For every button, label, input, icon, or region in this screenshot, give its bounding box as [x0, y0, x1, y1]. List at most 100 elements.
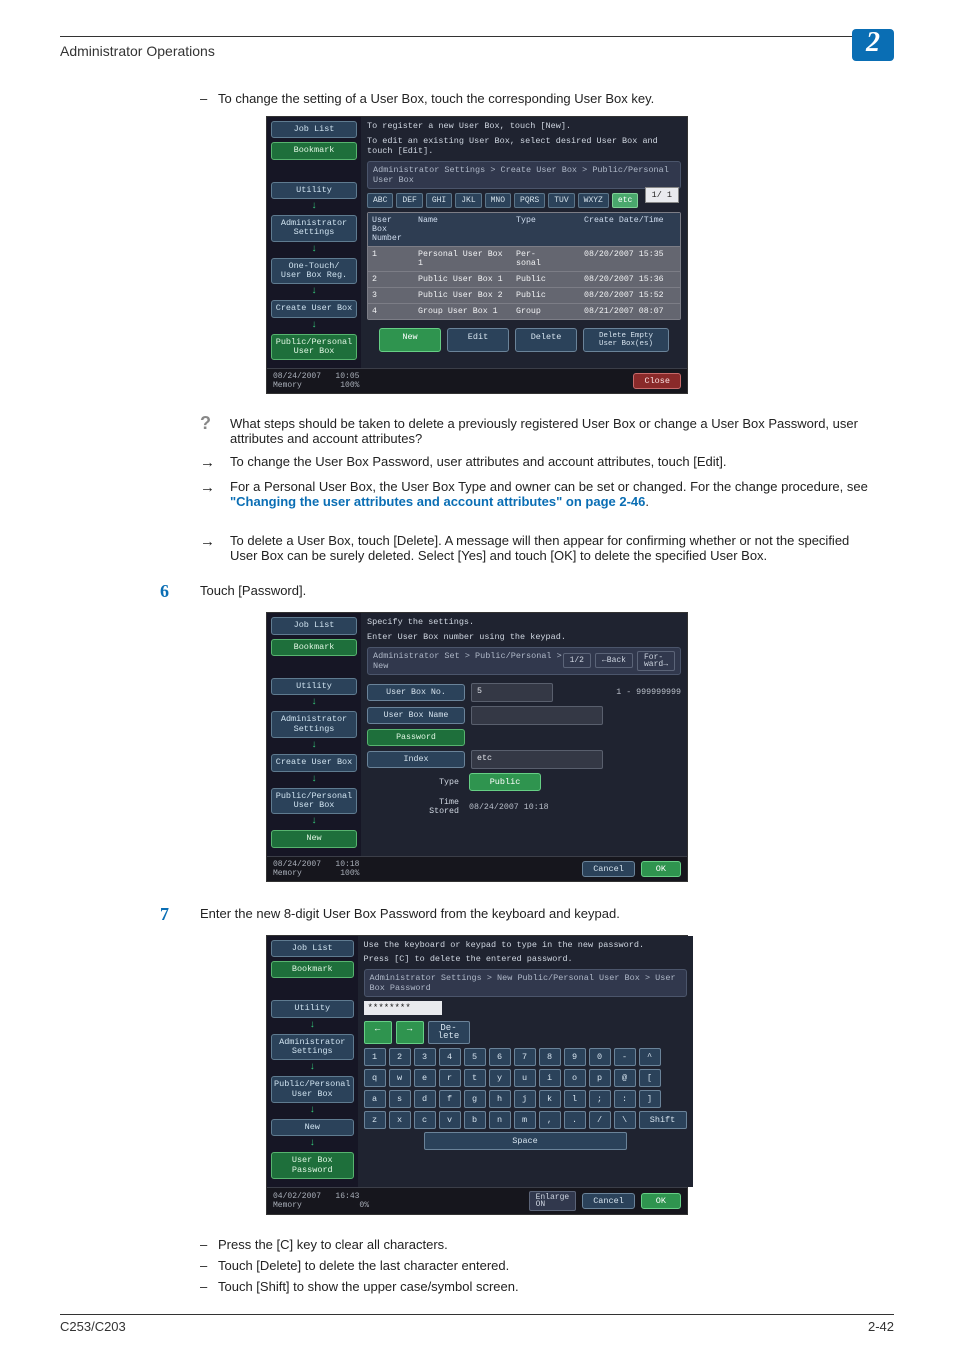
key-m[interactable]: m	[514, 1111, 536, 1129]
key-r[interactable]: r	[439, 1069, 461, 1087]
value-user-box-no[interactable]: 5	[471, 683, 553, 702]
sb-job-list-button[interactable]: Job List	[271, 121, 357, 138]
delete-empty-button[interactable]: Delete Empty User Box(es)	[583, 328, 669, 352]
tab-abc[interactable]: ABC	[367, 193, 393, 208]
key-1[interactable]: 1	[364, 1048, 386, 1066]
value-type[interactable]: Public	[469, 773, 541, 791]
changing-attributes-link[interactable]: "Changing the user attributes and accoun…	[230, 494, 645, 509]
sb-create-box-button[interactable]: Create User Box	[271, 300, 357, 317]
value-user-box-name[interactable]	[471, 706, 603, 725]
key-u[interactable]: u	[514, 1069, 536, 1087]
ok-button[interactable]: OK	[641, 1193, 681, 1209]
table-row[interactable]: 4 Group User Box 1 Group 08/21/2007 08:0…	[368, 303, 680, 319]
key-e[interactable]: e	[414, 1069, 436, 1087]
sb-bookmark-button[interactable]: Bookmark	[271, 639, 357, 656]
label-index[interactable]: Index	[367, 751, 465, 768]
cancel-button[interactable]: Cancel	[582, 861, 635, 877]
sb-job-list-button[interactable]: Job List	[271, 940, 354, 957]
key-@[interactable]: @	[614, 1069, 636, 1087]
key-9[interactable]: 9	[564, 1048, 586, 1066]
key-h[interactable]: h	[489, 1090, 511, 1108]
tab-pqrs[interactable]: PQRS	[514, 193, 545, 208]
key-5[interactable]: 5	[464, 1048, 486, 1066]
tab-etc[interactable]: etc	[612, 193, 638, 208]
key-3[interactable]: 3	[414, 1048, 436, 1066]
tab-def[interactable]: DEF	[396, 193, 422, 208]
key-.[interactable]: .	[564, 1111, 586, 1129]
sb-new-button[interactable]: New	[271, 830, 357, 847]
table-row[interactable]: 1 Personal User Box 1 Per- sonal 08/20/2…	[368, 246, 680, 271]
label-user-box-name[interactable]: User Box Name	[367, 707, 465, 724]
sb-create-box-button[interactable]: Create User Box	[271, 754, 357, 771]
sb-public-personal-button[interactable]: Public/Personal User Box	[271, 1076, 354, 1103]
key-j[interactable]: j	[514, 1090, 536, 1108]
sb-user-box-password-button[interactable]: User Box Password	[271, 1152, 354, 1179]
sb-admin-button[interactable]: Administrator Settings	[271, 1034, 354, 1061]
tab-mno[interactable]: MNO	[485, 193, 511, 208]
key-,[interactable]: ,	[539, 1111, 561, 1129]
key-d[interactable]: d	[414, 1090, 436, 1108]
key-g[interactable]: g	[464, 1090, 486, 1108]
sb-bookmark-button[interactable]: Bookmark	[271, 961, 354, 978]
tab-tuv[interactable]: TUV	[548, 193, 574, 208]
sb-bookmark-button[interactable]: Bookmark	[271, 142, 357, 159]
key-4[interactable]: 4	[439, 1048, 461, 1066]
key-q[interactable]: q	[364, 1069, 386, 1087]
tab-jkl[interactable]: JKL	[455, 193, 481, 208]
forward-button[interactable]: For- ward→	[637, 651, 675, 671]
key-p[interactable]: p	[589, 1069, 611, 1087]
key-i[interactable]: i	[539, 1069, 561, 1087]
tab-ghi[interactable]: GHI	[426, 193, 452, 208]
label-password[interactable]: Password	[367, 729, 465, 746]
key-8[interactable]: 8	[539, 1048, 561, 1066]
key-;[interactable]: ;	[589, 1090, 611, 1108]
tab-wxyz[interactable]: WXYZ	[578, 193, 609, 208]
table-row[interactable]: 3 Public User Box 2 Public 08/20/2007 15…	[368, 287, 680, 303]
key-7[interactable]: 7	[514, 1048, 536, 1066]
sb-onetouch-button[interactable]: One-Touch/ User Box Reg.	[271, 258, 357, 285]
key--[interactable]: -	[614, 1048, 636, 1066]
key-/[interactable]: /	[589, 1111, 611, 1129]
key-t[interactable]: t	[464, 1069, 486, 1087]
sb-new-button[interactable]: New	[271, 1119, 354, 1136]
sb-utility-button[interactable]: Utility	[271, 1000, 354, 1017]
key-][interactable]: ]	[639, 1090, 661, 1108]
close-button[interactable]: Close	[633, 373, 681, 389]
password-input[interactable]: ********	[364, 1001, 442, 1015]
table-row[interactable]: 2 Public User Box 1 Public 08/20/2007 15…	[368, 271, 680, 287]
sb-utility-button[interactable]: Utility	[271, 182, 357, 199]
sb-admin-button[interactable]: Administrator Settings	[271, 215, 357, 242]
key-x[interactable]: x	[389, 1111, 411, 1129]
key-^[interactable]: ^	[639, 1048, 661, 1066]
key-s[interactable]: s	[389, 1090, 411, 1108]
key-n[interactable]: n	[489, 1111, 511, 1129]
new-button[interactable]: New	[379, 328, 441, 352]
sb-utility-button[interactable]: Utility	[271, 678, 357, 695]
key-v[interactable]: v	[439, 1111, 461, 1129]
cursor-left-button[interactable]: ←	[364, 1021, 392, 1044]
key-l[interactable]: l	[564, 1090, 586, 1108]
key-y[interactable]: y	[489, 1069, 511, 1087]
key-f[interactable]: f	[439, 1090, 461, 1108]
key-:[interactable]: :	[614, 1090, 636, 1108]
sb-public-personal-button[interactable]: Public/Personal User Box	[271, 788, 357, 815]
delete-char-button[interactable]: De- lete	[428, 1021, 470, 1044]
key-2[interactable]: 2	[389, 1048, 411, 1066]
key-6[interactable]: 6	[489, 1048, 511, 1066]
ok-button[interactable]: OK	[641, 861, 681, 877]
key-[[interactable]: [	[639, 1069, 661, 1087]
key-k[interactable]: k	[539, 1090, 561, 1108]
edit-button[interactable]: Edit	[447, 328, 509, 352]
key-\[interactable]: \	[614, 1111, 636, 1129]
key-w[interactable]: w	[389, 1069, 411, 1087]
key-o[interactable]: o	[564, 1069, 586, 1087]
key-c[interactable]: c	[414, 1111, 436, 1129]
sb-admin-button[interactable]: Administrator Settings	[271, 711, 357, 738]
sb-public-personal-button[interactable]: Public/Personal User Box	[271, 334, 357, 361]
delete-button[interactable]: Delete	[515, 328, 577, 352]
key-z[interactable]: z	[364, 1111, 386, 1129]
enlarge-toggle[interactable]: Enlarge ON	[529, 1191, 577, 1211]
cancel-button[interactable]: Cancel	[582, 1193, 635, 1209]
sb-job-list-button[interactable]: Job List	[271, 617, 357, 634]
key-0[interactable]: 0	[589, 1048, 611, 1066]
